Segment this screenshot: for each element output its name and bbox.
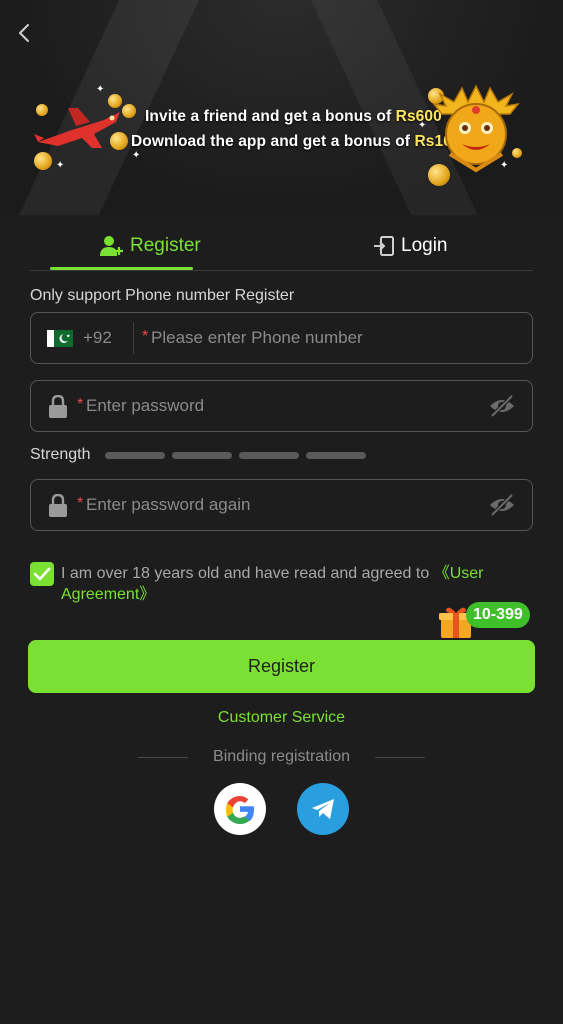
password-confirm-input[interactable] xyxy=(86,480,476,530)
tab-register[interactable]: Register xyxy=(100,222,201,270)
google-icon xyxy=(226,796,254,824)
coin-decoration xyxy=(36,104,48,116)
telegram-login-button[interactable] xyxy=(297,783,349,835)
eye-off-icon[interactable] xyxy=(488,493,516,517)
promo-download-text: Download the app and get a bonus of Rs10… xyxy=(131,133,461,150)
coin-decoration xyxy=(122,104,136,118)
sparkle-icon: ✦ xyxy=(56,160,65,171)
auth-tabs: Register Login xyxy=(30,222,533,271)
tab-login-label: Login xyxy=(401,235,448,256)
chevron-left-icon xyxy=(19,24,29,42)
strength-label: Strength xyxy=(30,446,91,463)
bonus-range-badge: 10-399 xyxy=(466,602,530,628)
required-mark: * xyxy=(77,495,84,512)
country-code[interactable]: +92 xyxy=(83,328,112,348)
strength-bar xyxy=(239,452,299,459)
tab-register-label: Register xyxy=(130,235,201,256)
strength-bar xyxy=(172,452,232,459)
register-button[interactable]: Register xyxy=(28,640,535,693)
coin-decoration xyxy=(34,152,52,170)
add-user-icon xyxy=(100,236,123,256)
pakistan-flag-icon[interactable]: ★ xyxy=(47,330,73,347)
checkmark-icon xyxy=(33,567,51,581)
telegram-icon xyxy=(312,799,334,819)
google-login-button[interactable] xyxy=(214,783,266,835)
active-tab-indicator xyxy=(50,267,193,270)
password-field: * xyxy=(30,380,533,432)
phone-field: ★ +92 * xyxy=(30,312,533,364)
coin-decoration xyxy=(110,132,128,150)
tab-login[interactable]: Login xyxy=(373,222,448,270)
lock-icon xyxy=(49,494,67,517)
promo-banner: ✦ ✦ ✦ ✦ ✦ Invite a friend and get a bonu… xyxy=(0,0,563,215)
phone-input[interactable] xyxy=(151,313,521,363)
binding-registration-label: Binding registration xyxy=(213,748,350,765)
back-button[interactable] xyxy=(12,20,38,46)
field-divider xyxy=(133,322,134,354)
strength-bar xyxy=(306,452,366,459)
login-door-icon xyxy=(374,236,394,256)
register-hint: Only support Phone number Register xyxy=(30,287,295,304)
divider-line xyxy=(375,757,425,758)
svg-text:★: ★ xyxy=(66,334,71,340)
customer-service-link[interactable]: Customer Service xyxy=(0,709,563,727)
lock-icon xyxy=(49,395,67,418)
agreement-checkbox[interactable] xyxy=(30,562,54,586)
coin-decoration xyxy=(108,94,122,108)
password-confirm-field: * xyxy=(30,479,533,531)
required-mark: * xyxy=(142,328,149,345)
eye-off-icon[interactable] xyxy=(488,394,516,418)
sparkle-icon: ✦ xyxy=(132,150,141,161)
agreement-text: I am over 18 years old and have read and… xyxy=(61,565,484,603)
mascot-icon xyxy=(432,84,520,173)
strength-bar xyxy=(105,452,165,459)
sparkle-icon: ✦ xyxy=(96,84,105,95)
promo-invite-text: Invite a friend and get a bonus of Rs600 xyxy=(145,108,442,125)
required-mark: * xyxy=(77,396,84,413)
password-input[interactable] xyxy=(86,381,476,431)
